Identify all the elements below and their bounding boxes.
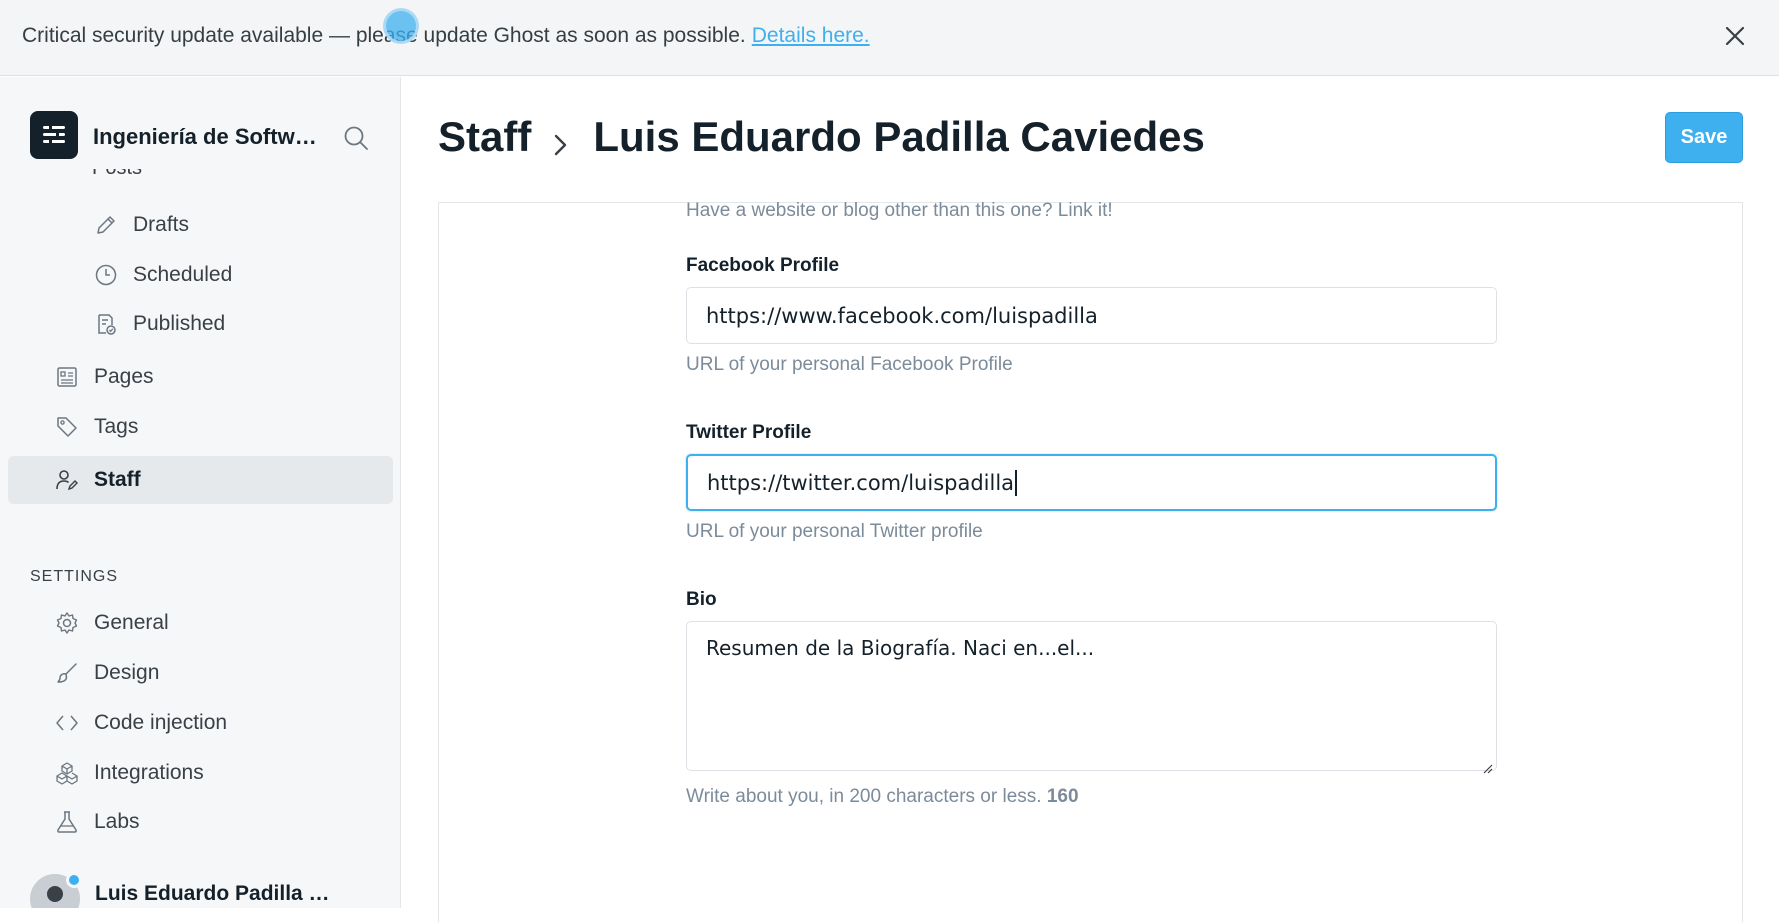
sidebar-item-drafts[interactable]: Drafts <box>93 201 189 249</box>
banner-text: Critical security update available — ple… <box>22 24 870 48</box>
gear-icon <box>54 610 80 636</box>
website-help-text: Have a website or blog other than this o… <box>686 200 1113 221</box>
sidebar-item-code-injection[interactable]: Code injection <box>54 699 227 747</box>
sidebar-item-label: Tags <box>94 415 139 438</box>
sidebar-item-general[interactable]: General <box>54 599 169 647</box>
sidebar-item-design[interactable]: Design <box>54 649 159 697</box>
sidebar-item-scheduled[interactable]: Scheduled <box>93 251 232 299</box>
twitter-help-text: URL of your personal Twitter profile <box>686 521 983 542</box>
sidebar-item-label: Code injection <box>94 711 228 734</box>
user-name: Luis Eduardo Padilla Caviedes <box>95 882 335 905</box>
site-logo-icon <box>30 111 78 159</box>
twitter-label: Twitter Profile <box>686 422 812 443</box>
integrations-icon <box>54 760 80 786</box>
breadcrumb-staff-link[interactable]: Staff <box>438 113 531 161</box>
search-icon[interactable] <box>343 125 369 151</box>
facebook-profile-field[interactable]: https://www.facebook.com/luispadilla <box>686 287 1497 344</box>
bio-textarea[interactable]: Resumen de la Biografía. Naci en...el... <box>686 621 1497 774</box>
cursor-click-indicator <box>383 8 419 44</box>
code-icon <box>54 710 80 736</box>
profile-form-card: Have a website or blog other than this o… <box>438 200 1743 922</box>
staff-icon <box>54 467 80 493</box>
sidebar-item-label: Scheduled <box>133 263 233 286</box>
sidebar-item-label: Drafts <box>133 213 190 236</box>
sidebar-item-tags[interactable]: Tags <box>54 403 138 451</box>
sidebar-item-published[interactable]: Published <box>93 300 225 348</box>
tag-icon <box>54 414 80 440</box>
flask-icon <box>54 809 80 835</box>
main-content: Staff Luis Eduardo Padilla Caviedes Save… <box>402 77 1779 922</box>
notification-dot <box>66 872 82 888</box>
resize-handle-icon[interactable] <box>1481 755 1493 774</box>
published-icon <box>93 311 119 337</box>
pages-icon <box>54 364 80 390</box>
sidebar-item-posts[interactable]: Posts <box>56 169 142 183</box>
bio-help-text: Write about you, in 200 characters or le… <box>686 786 1079 808</box>
bio-help-message: Write about you, in 200 characters or le… <box>686 786 1042 807</box>
clock-icon <box>93 262 119 288</box>
twitter-profile-field[interactable]: https://twitter.com/luispadilla <box>686 454 1497 511</box>
bio-value: Resumen de la Biografía. Naci en...el... <box>706 636 1095 660</box>
sidebar-item-label: Integrations <box>94 761 204 784</box>
facebook-label: Facebook Profile <box>686 255 840 276</box>
sidebar-item-pages[interactable]: Pages <box>54 353 154 401</box>
user-menu[interactable]: Luis Eduardo Padilla Caviedes <box>30 872 335 908</box>
bio-label: Bio <box>686 589 717 610</box>
pencil-icon <box>93 212 119 238</box>
site-brand[interactable]: Ingeniería de Software <box>30 111 323 159</box>
sidebar-item-label: Staff <box>94 468 141 491</box>
settings-heading: SETTINGS <box>30 568 119 585</box>
facebook-help-text: URL of your personal Facebook Profile <box>686 354 1013 375</box>
sidebar-item-labs[interactable]: Labs <box>54 798 140 846</box>
sidebar-item-label: Published <box>133 312 226 335</box>
twitter-profile-value: https://twitter.com/luispadilla <box>707 470 1015 495</box>
chevron-right-icon <box>551 122 571 156</box>
text-caret <box>1015 469 1018 496</box>
facebook-profile-value: https://www.facebook.com/luispadilla <box>706 303 1098 328</box>
bio-char-count: 160 <box>1046 786 1079 807</box>
sidebar-item-staff[interactable]: Staff <box>54 456 141 504</box>
close-icon[interactable] <box>1721 22 1749 50</box>
sidebar-item-label: Labs <box>94 810 140 833</box>
brush-icon <box>54 660 80 686</box>
avatar <box>30 872 82 908</box>
sidebar-item-label: General <box>94 611 169 634</box>
site-name: Ingeniería de Software <box>93 124 323 149</box>
security-banner: Critical security update available — ple… <box>0 0 1779 76</box>
sidebar-item-label: Pages <box>94 365 154 388</box>
page-title: Luis Eduardo Padilla Caviedes <box>593 113 1205 160</box>
save-button[interactable]: Save <box>1665 112 1743 163</box>
breadcrumb: Staff Luis Eduardo Padilla Caviedes <box>438 113 1205 161</box>
banner-details-link[interactable]: Details here. <box>752 24 870 47</box>
sidebar-item-label: Design <box>94 661 160 684</box>
sidebar-item-integrations[interactable]: Integrations <box>54 749 204 797</box>
sidebar: Ingeniería de Software Posts Drafts Sche… <box>0 77 401 908</box>
